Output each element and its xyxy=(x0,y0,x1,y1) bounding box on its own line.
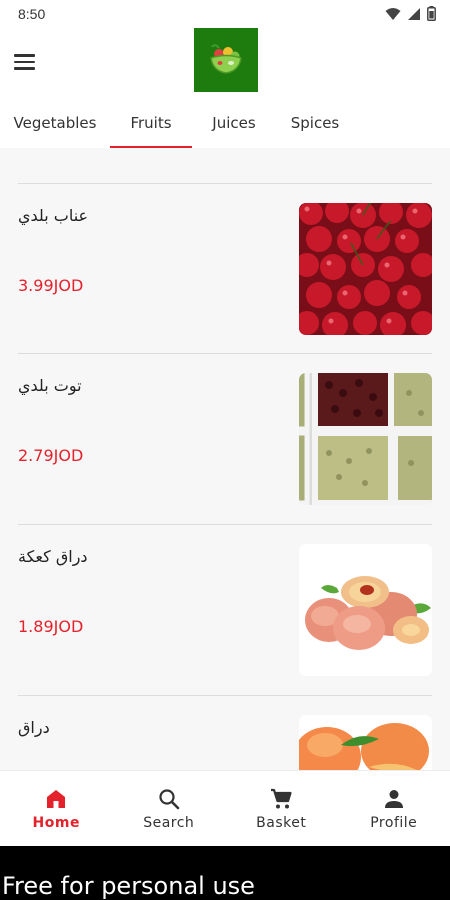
product-name: عناب بلدي xyxy=(18,206,89,225)
menu-button[interactable] xyxy=(14,48,44,76)
product-item-peaches[interactable]: دراق xyxy=(18,695,432,770)
tab-label: Fruits xyxy=(130,114,172,132)
nav-label: Basket xyxy=(256,814,307,831)
app-logo xyxy=(194,28,258,92)
home-icon xyxy=(47,789,66,808)
tab-label: Juices xyxy=(212,114,256,132)
nav-home[interactable]: Home xyxy=(0,771,113,846)
nav-label: Search xyxy=(143,814,195,831)
product-list: عناب بلدي 3.99JOD توت بلدي 2.79JOD دراق … xyxy=(0,148,450,770)
tab-juices[interactable]: Juices xyxy=(192,98,276,148)
nav-label: Home xyxy=(32,814,80,831)
menu-icon xyxy=(14,54,35,57)
product-item-mulberry[interactable]: توت بلدي 2.79JOD xyxy=(18,353,432,523)
product-item-cherries[interactable]: عناب بلدي 3.99JOD xyxy=(18,183,432,353)
product-name: توت بلدي xyxy=(18,376,82,395)
tab-spices[interactable]: Spices xyxy=(276,98,354,148)
product-image-mulberry xyxy=(299,373,432,505)
tab-vegetables[interactable]: Vegetables xyxy=(0,98,110,148)
status-time: 8:50 xyxy=(18,6,46,22)
nav-search[interactable]: Search xyxy=(113,771,226,846)
tab-fruits[interactable]: Fruits xyxy=(110,98,192,148)
watermark-bar: Free for personal use xyxy=(0,846,450,900)
product-price: 1.89JOD xyxy=(18,617,84,636)
signal-icon xyxy=(408,7,420,20)
nav-label: Profile xyxy=(370,814,418,831)
product-image-flat-peaches xyxy=(299,544,432,676)
app-bar xyxy=(0,28,450,98)
product-name: دراق كعكة xyxy=(18,547,88,566)
tab-label: Vegetables xyxy=(13,114,97,132)
tab-label: Spices xyxy=(290,114,340,132)
wifi-icon xyxy=(385,7,401,20)
nav-profile[interactable]: Profile xyxy=(338,771,450,846)
battery-icon xyxy=(427,6,436,21)
category-tabs: Vegetables Fruits Juices Spices xyxy=(0,98,450,148)
search-icon xyxy=(159,788,180,809)
status-icons xyxy=(385,6,436,21)
nav-basket[interactable]: Basket xyxy=(225,771,338,846)
product-item-flat-peaches[interactable]: دراق كعكة 1.89JOD xyxy=(18,524,432,694)
watermark-text: Free for personal use xyxy=(2,872,255,900)
bottom-nav: Home Search Basket Profile xyxy=(0,770,450,846)
product-name: دراق xyxy=(18,718,50,737)
product-price: 3.99JOD xyxy=(18,276,84,295)
status-bar: 8:50 xyxy=(0,0,450,28)
product-price: 2.79JOD xyxy=(18,446,84,465)
product-image-peaches xyxy=(299,715,432,770)
person-icon xyxy=(384,789,403,808)
product-image-cherries xyxy=(299,203,432,335)
cart-icon xyxy=(271,788,292,808)
